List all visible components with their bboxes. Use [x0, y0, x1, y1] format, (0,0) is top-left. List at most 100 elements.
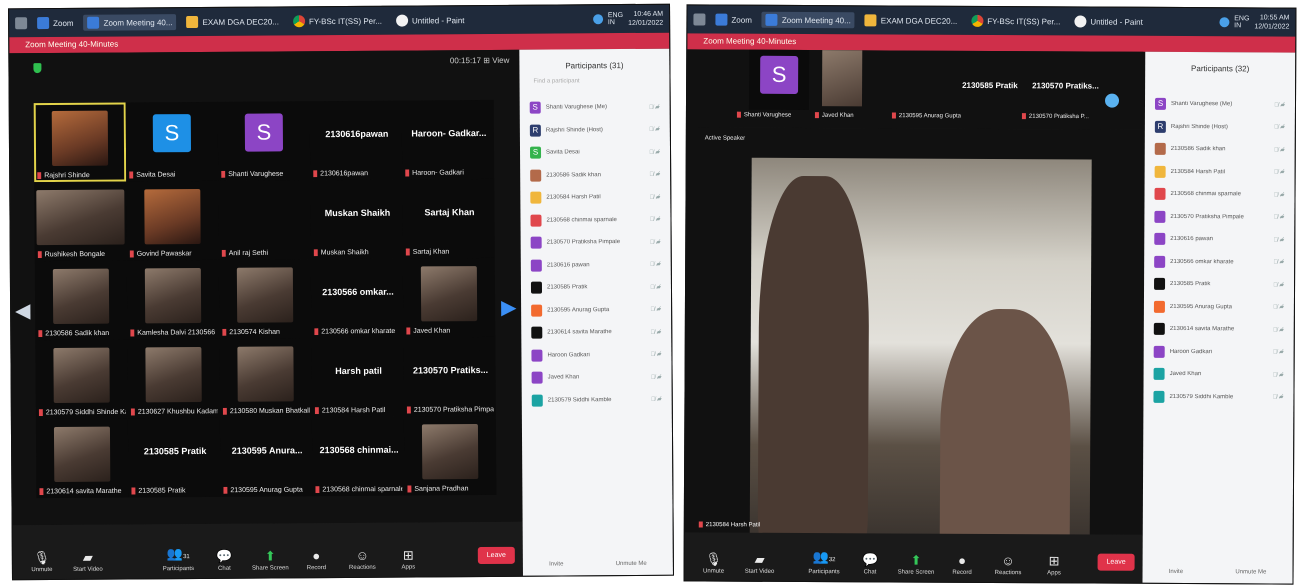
- participant-tile[interactable]: Javed Khan: [402, 257, 496, 338]
- participant-list-item[interactable]: Javed Khan 🎙̸ ▰̸: [1144, 363, 1294, 386]
- participant-list-item[interactable]: 2130616 pawan 🎙̸ ▰̸: [521, 253, 671, 277]
- participant-list-item[interactable]: 2130595 Anurag Gupta 🎙̸ ▰̸: [1144, 295, 1294, 318]
- unmute-me-button[interactable]: Unmute Me: [1235, 569, 1266, 575]
- participant-tile[interactable]: 2130570 Pratiks... 2130570 Pratiksha Pimp…: [403, 336, 496, 417]
- start-video-button[interactable]: ▰ Start Video: [67, 549, 109, 573]
- share-screen-button[interactable]: ⬆ Share Screen: [249, 547, 291, 571]
- taskbar-app-zoom-meeting[interactable]: Zoom Meeting 40...: [83, 14, 177, 31]
- participant-tile[interactable]: Rajshri Shinde: [33, 102, 127, 183]
- participant-tile[interactable]: Kamlesha Dalvi 2130566: [126, 259, 220, 340]
- participants-button[interactable]: 👥31 Participants: [157, 545, 199, 572]
- record-button[interactable]: ● Record: [941, 552, 983, 576]
- next-page-icon[interactable]: ▶: [501, 295, 517, 320]
- taskbar-app-paint[interactable]: Untitled - Paint: [392, 12, 469, 29]
- taskbar-app-zoom-meeting[interactable]: Zoom Meeting 40...: [761, 11, 855, 29]
- network-icon[interactable]: [592, 14, 603, 25]
- taskbar-app-paint[interactable]: Untitled - Paint: [1070, 13, 1147, 29]
- tray-language[interactable]: ENG IN: [1234, 15, 1249, 29]
- taskbar-app-exam-doc[interactable]: EXAM DGA DEC20...: [861, 12, 962, 29]
- participant-list-item[interactable]: 2130595 Anurag Gupta 🎙̸ ▰̸: [521, 298, 671, 322]
- participant-list-item[interactable]: 2130586 Sadik khan 🎙̸ ▰̸: [1145, 138, 1295, 161]
- reactions-button[interactable]: ☺ Reactions: [341, 547, 383, 571]
- participant-tile[interactable]: S Savita Desai: [125, 101, 219, 182]
- participant-tile[interactable]: [821, 50, 863, 107]
- participant-list-item[interactable]: 2130579 Siddhi Kamble 🎙̸ ▰̸: [522, 388, 672, 412]
- participants-button[interactable]: 👥32 Participants: [803, 548, 845, 575]
- invite-button[interactable]: Invite: [1169, 569, 1183, 575]
- meeting-timer-view[interactable]: 00:15:17 ⊞ View: [450, 56, 510, 65]
- record-button[interactable]: ● Record: [295, 547, 337, 571]
- participant-list-item[interactable]: 2130584 Harsh Patil 🎙̸ ▰̸: [1145, 160, 1295, 183]
- share-screen-button[interactable]: ⬆ Share Screen: [895, 552, 937, 576]
- start-icon[interactable]: [15, 17, 28, 30]
- participant-tile[interactable]: 2130627 Khushbu Kadam: [127, 338, 220, 419]
- participant-tile[interactable]: Sanjana Pradhan: [403, 415, 497, 496]
- tray-clock[interactable]: 10:55 AM 12/01/2022: [1254, 13, 1289, 31]
- participant-tile[interactable]: Muskan Shaikh Muskan Shaikh: [310, 179, 403, 260]
- participant-list-item[interactable]: 2130614 savita Marathe 🎙̸ ▰̸: [1144, 318, 1294, 341]
- active-speaker-video[interactable]: [749, 157, 1092, 570]
- taskbar-app-chrome[interactable]: FY-BSc IT(SS) Per...: [967, 13, 1064, 30]
- unmute-button[interactable]: 🎙 Unmute: [693, 550, 735, 575]
- participant-tile[interactable]: Rushikesh Bongale: [34, 181, 127, 262]
- tray-clock[interactable]: 10:46 AM 12/01/2022: [628, 10, 663, 28]
- prev-page-icon[interactable]: ◀: [15, 298, 31, 323]
- invite-button[interactable]: Invite: [549, 561, 563, 567]
- start-video-button[interactable]: ▰ Start Video: [739, 551, 781, 575]
- participant-list-item[interactable]: Haroon Gadkari 🎙̸ ▰̸: [1144, 340, 1294, 363]
- leave-button[interactable]: Leave: [1097, 553, 1135, 571]
- chat-button[interactable]: 💬 Chat: [849, 551, 891, 575]
- participant-tile[interactable]: 2130616pawan 2130616pawan: [309, 100, 403, 181]
- participant-list-item[interactable]: 2130585 Pratik 🎙̸ ▰̸: [521, 276, 671, 300]
- apps-button[interactable]: ⊞ Apps: [1033, 552, 1075, 576]
- encryption-shield-icon[interactable]: [33, 63, 42, 74]
- participant-tile[interactable]: S Shanti Varughese: [217, 101, 311, 181]
- participant-tile[interactable]: 2130579 Siddhi Shinde Kamble: [35, 339, 128, 420]
- participant-tile[interactable]: Haroon- Gadkar... Haroon- Gadkari: [401, 99, 495, 180]
- participant-list-item[interactable]: 2130579 Siddhi Kamble 🎙̸ ▰̸: [1143, 385, 1293, 408]
- unmute-me-button[interactable]: Unmute Me: [616, 561, 647, 567]
- reactions-button[interactable]: ☺ Reactions: [987, 552, 1029, 576]
- taskbar-app-zoom[interactable]: Zoom: [711, 12, 756, 28]
- chat-button[interactable]: 💬 Chat: [203, 548, 245, 572]
- participant-list-item[interactable]: 2130585 Pratik 🎙̸ ▰̸: [1144, 273, 1294, 296]
- strip-scroll-icon[interactable]: [1104, 93, 1120, 108]
- taskbar-app-zoom[interactable]: Zoom: [33, 15, 78, 31]
- taskbar-app-exam-doc[interactable]: EXAM DGA DEC20...: [182, 13, 283, 30]
- participant-tile[interactable]: Sartaj Khan Sartaj Khan: [402, 178, 495, 259]
- apps-button[interactable]: ⊞ Apps: [387, 546, 429, 570]
- participant-tile[interactable]: 2130614 savita Marathe: [35, 418, 129, 499]
- participant-list-item[interactable]: 2130584 Harsh Patil 🎙̸ ▰̸: [520, 186, 670, 210]
- participant-tile[interactable]: 2130574 Kishan: [218, 259, 312, 339]
- participant-list-item[interactable]: 2130568 chinmai sparnale 🎙̸ ▰̸: [1144, 183, 1294, 206]
- participant-tile[interactable]: 2130580 Muskan Bhatkalkar: [219, 338, 312, 418]
- participant-search-input[interactable]: Find a participant: [530, 78, 660, 91]
- leave-button[interactable]: Leave: [477, 546, 515, 565]
- unmute-button[interactable]: 🎙 Unmute: [21, 549, 63, 573]
- taskbar-app-chrome[interactable]: FY-BSc IT(SS) Per...: [289, 13, 386, 30]
- participant-list-item[interactable]: 2130568 chinmai sparnale 🎙̸ ▰̸: [520, 208, 670, 232]
- participant-list-item[interactable]: R Rajshri Shinde (Host) 🎙̸ ▰̸: [1145, 115, 1295, 138]
- participant-list-item[interactable]: 2130616 pawan 🎙̸ ▰̸: [1144, 228, 1294, 251]
- participant-list-item[interactable]: 2130614 savita Marathe 🎙̸ ▰̸: [521, 321, 671, 345]
- participant-tile[interactable]: 2130566 omkar... 2130566 omkar kharate: [310, 258, 404, 339]
- participant-list-item[interactable]: S Shanti Varughese (Me) 🎙̸ ▰̸: [520, 96, 670, 120]
- participant-list-item[interactable]: 2130570 Pratiksha Pimpale 🎙̸ ▰̸: [1144, 205, 1294, 228]
- tray-language[interactable]: ENG IN: [608, 12, 623, 26]
- participant-list-item[interactable]: Haroon Gadkari 🎙̸ ▰̸: [521, 343, 671, 367]
- participant-list-item[interactable]: S Shanti Varughese (Me) 🎙̸ ▰̸: [1145, 93, 1295, 116]
- participant-tile[interactable]: 2130595 Anura... 2130595 Anurag Gupta: [219, 417, 313, 497]
- participant-tile[interactable]: 2130586 Sadik khan: [34, 260, 128, 341]
- participant-list-item[interactable]: Javed Khan 🎙̸ ▰̸: [522, 366, 672, 390]
- participant-tile[interactable]: 2130568 chinmai... 2130568 chinmai sparna…: [311, 416, 405, 497]
- participant-tile[interactable]: Govind Pawaskar: [126, 180, 219, 261]
- participant-list-item[interactable]: S Savita Desai 🎙̸ ▰̸: [520, 141, 670, 165]
- participant-tile[interactable]: Harsh patil 2130584 Harsh Patil: [311, 337, 404, 418]
- participant-list-item[interactable]: 2130586 Sadik khan 🎙̸ ▰̸: [520, 163, 670, 187]
- participant-list-item[interactable]: R Rajshri Shinde (Host) 🎙̸ ▰̸: [520, 118, 670, 142]
- network-icon[interactable]: [1219, 17, 1230, 28]
- participant-list-item[interactable]: 2130566 omkar kharate 🎙̸ ▰̸: [1144, 250, 1294, 273]
- participant-list-item[interactable]: 2130570 Pratiksha Pimpale 🎙̸ ▰̸: [521, 231, 671, 255]
- participant-tile[interactable]: Anil raj Sethi: [218, 180, 311, 260]
- participant-tile[interactable]: S: [748, 49, 810, 111]
